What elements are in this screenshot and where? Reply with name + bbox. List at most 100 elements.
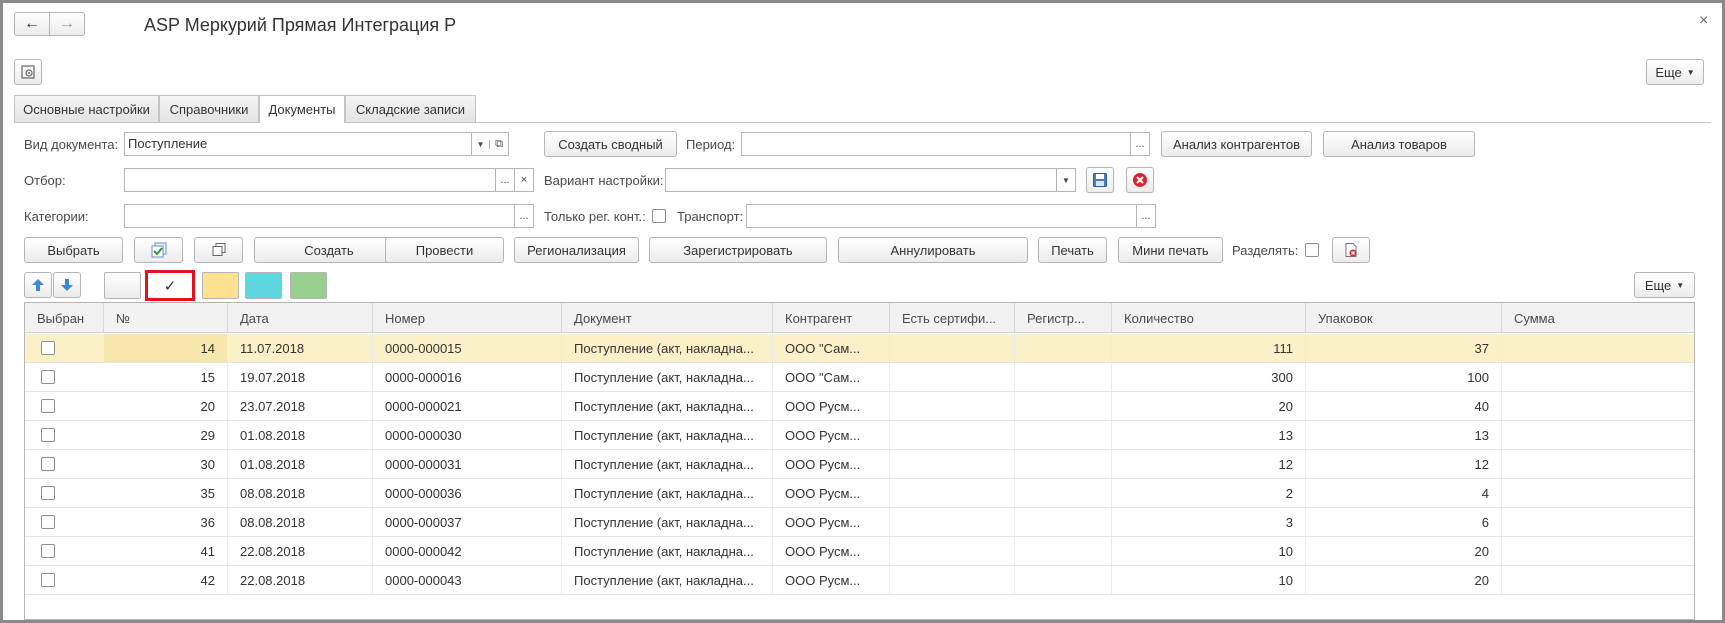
table-row[interactable]: 14 11.07.2018 0000-000015 Поступление (акт,…	[25, 334, 1694, 363]
dropdown-icon[interactable]: ▼	[472, 139, 490, 149]
selection-field[interactable]: ... ×	[124, 168, 534, 192]
table-row[interactable]: 20 23.07.2018 0000-000021 Поступление (акт,…	[25, 392, 1694, 421]
header-document[interactable]: Документ	[562, 303, 773, 333]
selection-select-button[interactable]: ...	[495, 168, 515, 192]
register-button[interactable]: Зарегистрировать	[649, 237, 827, 263]
analysis-contractors-button[interactable]: Анализ контрагентов	[1161, 131, 1312, 157]
header-selected[interactable]: Выбран	[25, 303, 104, 333]
move-down-button[interactable]	[53, 272, 81, 298]
row-select-checkbox[interactable]	[41, 428, 55, 442]
create-button[interactable]: Создать	[254, 237, 404, 263]
row-select-checkbox[interactable]	[41, 341, 55, 355]
transport-label: Транспорт:	[677, 209, 744, 224]
regionalize-button[interactable]: Регионализация	[514, 237, 639, 263]
arrow-up-icon	[32, 279, 44, 291]
color-swatch-yellow[interactable]	[202, 272, 239, 299]
header-date[interactable]: Дата	[228, 303, 373, 333]
cell-sum	[1502, 334, 1694, 362]
header-number[interactable]: №	[104, 303, 228, 333]
save-variant-button[interactable]	[1086, 167, 1114, 193]
print-button[interactable]: Печать	[1038, 237, 1107, 263]
delete-document-button[interactable]	[1332, 237, 1370, 263]
transport-select-button[interactable]: ...	[1136, 204, 1156, 228]
row-select-checkbox[interactable]	[41, 370, 55, 384]
row-select-checkbox[interactable]	[41, 573, 55, 587]
table-row[interactable]: 42 22.08.2018 0000-000043 Поступление (акт,…	[25, 566, 1694, 595]
more-button-grid[interactable]: Еще ▼	[1634, 272, 1695, 298]
cell-doc-number: 0000-000037	[373, 508, 562, 536]
delete-variant-button[interactable]	[1126, 167, 1154, 193]
tab-warehouse-records[interactable]: Складские записи	[345, 95, 476, 122]
close-icon[interactable]: ×	[1699, 12, 1708, 30]
cell-quantity: 13	[1112, 421, 1306, 449]
more-button-top[interactable]: Еще ▼	[1646, 59, 1704, 85]
create-summary-button[interactable]: Создать сводный	[544, 131, 677, 157]
cell-sum	[1502, 508, 1694, 536]
cell-number: 29	[104, 421, 228, 449]
variant-dropdown-icon[interactable]: ▼	[1056, 168, 1076, 192]
table-row[interactable]: 36 08.08.2018 0000-000037 Поступление (акт,…	[25, 508, 1694, 537]
row-select-checkbox[interactable]	[41, 457, 55, 471]
cell-contractor: ООО "Сам...	[773, 334, 890, 362]
forward-button[interactable]: →	[49, 12, 85, 36]
cell-has-certificate	[890, 508, 1015, 536]
color-swatch-none[interactable]	[104, 272, 141, 299]
cell-packages: 40	[1306, 392, 1502, 420]
color-swatch-green[interactable]	[290, 272, 327, 299]
arrow-left-icon: ←	[24, 15, 40, 32]
cell-packages: 4	[1306, 479, 1502, 507]
only-reg-label: Только рег. конт.:	[544, 209, 646, 224]
header-registered[interactable]: Регистр...	[1015, 303, 1112, 333]
header-sum[interactable]: Сумма	[1502, 303, 1694, 333]
cell-number: 14	[104, 334, 228, 362]
color-swatch-cyan[interactable]	[245, 272, 282, 299]
cancel-button[interactable]: Аннулировать	[838, 237, 1028, 263]
header-packages[interactable]: Упаковок	[1306, 303, 1502, 333]
select-button[interactable]: Выбрать	[24, 237, 123, 263]
table-row[interactable]: 35 08.08.2018 0000-000036 Поступление (акт,…	[25, 479, 1694, 508]
cell-number: 20	[104, 392, 228, 420]
tab-documents[interactable]: Документы	[259, 95, 345, 123]
clear-selection-icon[interactable]: ×	[514, 168, 534, 192]
cell-contractor: ООО Русм...	[773, 450, 890, 478]
document-delete-icon	[1345, 243, 1357, 257]
mini-print-button[interactable]: Мини печать	[1118, 237, 1223, 263]
post-button[interactable]: Провести	[385, 237, 504, 263]
row-select-checkbox[interactable]	[41, 486, 55, 500]
period-field[interactable]: ...	[741, 132, 1150, 156]
delete-circle-icon	[1133, 173, 1147, 187]
table-row[interactable]: 15 19.07.2018 0000-000016 Поступление (акт,…	[25, 363, 1694, 392]
header-has-certificate[interactable]: Есть сертифи...	[890, 303, 1015, 333]
header-doc-number[interactable]: Номер	[373, 303, 562, 333]
cell-document: Поступление (акт, накладна...	[562, 392, 773, 420]
header-contractor[interactable]: Контрагент	[773, 303, 890, 333]
back-button[interactable]: ←	[14, 12, 50, 36]
tab-main-settings[interactable]: Основные настройки	[14, 95, 159, 122]
settings-button[interactable]	[14, 59, 42, 85]
open-form-icon[interactable]: ⧉	[490, 138, 508, 151]
row-select-checkbox[interactable]	[41, 515, 55, 529]
table-row[interactable]: 41 22.08.2018 0000-000042 Поступление (акт,…	[25, 537, 1694, 566]
transport-field[interactable]: ...	[746, 204, 1156, 228]
cell-date: 23.07.2018	[228, 392, 373, 420]
doc-type-field[interactable]: Поступление ▼ ⧉	[124, 132, 509, 156]
cell-packages: 37	[1306, 334, 1502, 362]
row-select-checkbox[interactable]	[41, 544, 55, 558]
table-row[interactable]: 30 01.08.2018 0000-000031 Поступление (акт,…	[25, 450, 1694, 479]
move-up-button[interactable]	[24, 272, 52, 298]
split-checkbox[interactable]	[1305, 243, 1319, 257]
categories-select-button[interactable]: ...	[514, 204, 534, 228]
copy-button[interactable]	[194, 237, 243, 263]
cell-contractor: ООО Русм...	[773, 508, 890, 536]
variant-field[interactable]: ▼	[665, 168, 1076, 192]
categories-field[interactable]: ...	[124, 204, 534, 228]
header-quantity[interactable]: Количество	[1112, 303, 1306, 333]
only-reg-checkbox[interactable]	[652, 209, 666, 223]
analysis-goods-button[interactable]: Анализ товаров	[1323, 131, 1475, 157]
tab-references[interactable]: Справочники	[159, 95, 259, 122]
row-select-checkbox[interactable]	[41, 399, 55, 413]
period-select-button[interactable]: ...	[1130, 132, 1150, 156]
post-all-button[interactable]	[134, 237, 183, 263]
table-row[interactable]: 29 01.08.2018 0000-000030 Поступление (акт,…	[25, 421, 1694, 450]
copy-icon	[212, 243, 225, 256]
